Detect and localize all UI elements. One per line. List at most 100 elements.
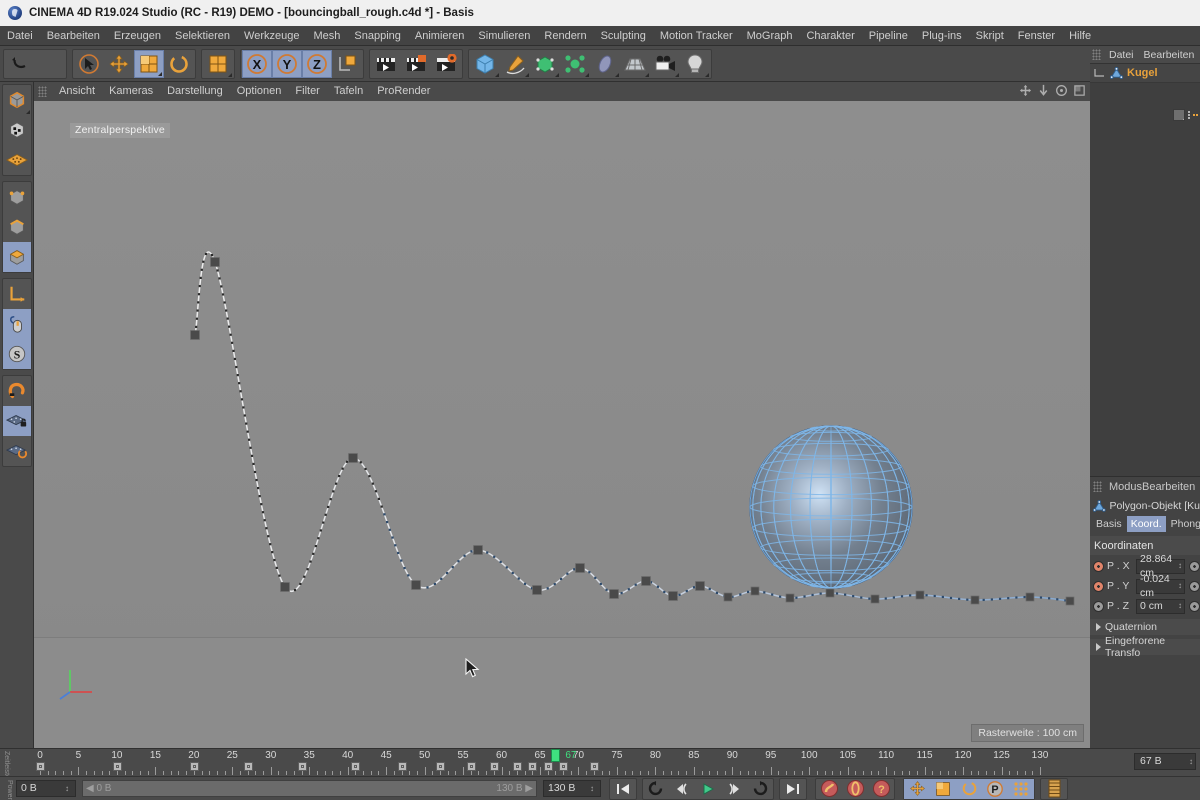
object-manager-row[interactable]: Kugel — [1090, 64, 1200, 83]
undo-button[interactable] — [5, 50, 35, 78]
timeline-keyframe-marker[interactable] — [351, 762, 361, 771]
coordinate-secondary-radio[interactable] — [1189, 600, 1200, 612]
menu-item-skript[interactable]: Skript — [969, 26, 1011, 46]
current-time-field[interactable]: 0 B ↕ — [16, 780, 76, 797]
workplane-tool[interactable] — [203, 50, 233, 78]
parameter-key-filter[interactable]: P — [982, 778, 1008, 799]
render-region-button[interactable] — [401, 50, 431, 78]
timeline-keyframe-marker[interactable] — [397, 762, 407, 771]
keyframe-settings-button[interactable] — [1041, 779, 1067, 799]
timeline-keyframe-marker[interactable] — [436, 762, 445, 771]
motion-path-keyframe-marker[interactable] — [695, 581, 705, 591]
go-to-end-button[interactable] — [780, 779, 806, 799]
motion-path-keyframe-marker[interactable] — [532, 585, 542, 595]
timeline-keyframe-marker[interactable] — [559, 762, 569, 771]
lock-y-axis[interactable]: Y — [272, 49, 302, 78]
rotation-key-filter[interactable] — [956, 778, 982, 799]
motion-path-keyframe-marker[interactable] — [641, 576, 651, 586]
coordinate-system-toggle[interactable] — [332, 50, 362, 78]
timeline-keyframe-marker[interactable] — [489, 762, 499, 771]
object-manager-menu-bearbeiten[interactable]: Bearbeiten — [1139, 46, 1200, 64]
spinner-icon[interactable]: ↕ — [65, 781, 71, 796]
motion-path-keyframe-marker[interactable] — [411, 580, 421, 590]
edges-mode[interactable] — [3, 212, 31, 242]
viewport-menu-kameras[interactable]: Kameras — [102, 82, 160, 101]
enable-snapping[interactable] — [3, 376, 31, 406]
menu-item-bearbeiten[interactable]: Bearbeiten — [40, 26, 107, 46]
attribute-manager-menu-modus[interactable]: Modus — [1109, 481, 1142, 493]
end-time-field[interactable]: 130 B ↕ — [543, 780, 601, 797]
move-tool[interactable] — [104, 50, 134, 78]
texture-mode[interactable]: S — [2, 339, 31, 369]
workplane-rotate[interactable] — [3, 436, 31, 466]
timeline-playhead[interactable] — [551, 749, 561, 762]
timeline-keyframe-marker[interactable] — [189, 762, 199, 771]
spinner-icon[interactable]: ↕ — [1178, 559, 1184, 573]
play-button[interactable] — [695, 779, 721, 799]
menu-item-plug-ins[interactable]: Plug-ins — [915, 26, 969, 46]
coordinate-secondary-radio[interactable] — [1189, 560, 1200, 572]
timeline-keyframe-marker[interactable] — [589, 762, 599, 771]
maximize-icon[interactable] — [1073, 84, 1086, 97]
timeline-keyframe-marker[interactable] — [466, 762, 476, 771]
timeline-keyframe-marker[interactable] — [36, 762, 45, 771]
loop-forward-button[interactable] — [747, 779, 773, 799]
motion-path-keyframe-marker[interactable] — [473, 545, 483, 555]
viewport-menu-optionen[interactable]: Optionen — [230, 82, 289, 101]
timeline-keyframe-marker[interactable] — [528, 762, 538, 771]
menu-item-charakter[interactable]: Charakter — [799, 26, 861, 46]
spinner-icon[interactable]: ↕ — [590, 781, 596, 796]
coordinate-enable-radio[interactable] — [1093, 580, 1104, 592]
menu-item-werkzeuge[interactable]: Werkzeuge — [237, 26, 306, 46]
spinner-icon[interactable]: ↕ — [1178, 599, 1184, 613]
timeline-track[interactable]: 0 5 10 15 20 25 30 35 40 45 50 55 60 65 70 75 80 85 90 95 10… — [36, 749, 1048, 777]
menu-item-pipeline[interactable]: Pipeline — [862, 26, 915, 46]
motion-path-keyframe-marker[interactable] — [825, 588, 835, 598]
previous-key-button[interactable] — [669, 779, 695, 799]
points-mode[interactable] — [3, 182, 31, 212]
motion-path-keyframe-marker[interactable] — [280, 582, 290, 592]
sphere-object[interactable] — [749, 425, 913, 589]
menu-item-erzeugen[interactable]: Erzeugen — [107, 26, 168, 46]
enable-axis-modification[interactable] — [3, 145, 31, 175]
coordinate-enable-radio[interactable] — [1093, 600, 1104, 612]
redo-button[interactable] — [35, 50, 65, 78]
scale-key-filter[interactable] — [930, 778, 956, 799]
timeline-keyframe-marker[interactable] — [512, 762, 522, 771]
zoom-icon[interactable] — [1037, 84, 1050, 97]
add-generator[interactable] — [530, 50, 560, 78]
coordinate-enable-radio[interactable] — [1093, 560, 1104, 572]
timeline-keyframe-marker[interactable] — [297, 762, 307, 771]
coordinate-value-field[interactable]: -0.024 cm ↕ — [1136, 573, 1185, 599]
menu-item-selektieren[interactable]: Selektieren — [168, 26, 237, 46]
attribute-tab-koord[interactable]: Koord. — [1126, 516, 1166, 532]
next-key-button[interactable] — [721, 779, 747, 799]
object-manager-menu-datei[interactable]: Datei — [1104, 46, 1139, 64]
motion-path-keyframe-marker[interactable] — [1065, 596, 1075, 606]
motion-path-keyframe-marker[interactable] — [210, 257, 220, 267]
lock-workplane[interactable] — [2, 406, 31, 436]
spinner-icon[interactable]: ↕ — [1189, 754, 1195, 769]
timeline-keyframe-marker[interactable] — [543, 762, 553, 771]
timeline-keyframe-marker[interactable] — [243, 762, 253, 771]
motion-path-keyframe-marker[interactable] — [970, 595, 980, 605]
keyframe-selection-button[interactable]: ? — [868, 779, 894, 799]
polygons-mode[interactable] — [2, 242, 31, 272]
spinner-icon[interactable]: ↕ — [1178, 579, 1184, 593]
motion-path-keyframe-marker[interactable] — [575, 563, 585, 573]
motion-path-keyframe-marker[interactable] — [668, 591, 678, 601]
add-light[interactable] — [680, 50, 710, 78]
panel-grip-icon[interactable] — [1093, 481, 1102, 492]
menu-item-simulieren[interactable]: Simulieren — [471, 26, 537, 46]
lock-z-axis[interactable]: Z — [302, 49, 332, 78]
play-backwards-loop-button[interactable] — [643, 779, 669, 799]
motion-path-keyframe-marker[interactable] — [348, 453, 358, 463]
menu-item-sculpting[interactable]: Sculpting — [594, 26, 653, 46]
panel-grip-icon[interactable] — [1092, 49, 1101, 60]
panel-grip-icon[interactable] — [38, 86, 47, 97]
menu-item-motion-tracker[interactable]: Motion Tracker — [653, 26, 740, 46]
viewport-canvas[interactable]: Zentralperspektive Rasterweite : 100 cm — [34, 101, 1090, 748]
attribute-tab-basis[interactable]: Basis — [1092, 516, 1126, 532]
add-spline-pen[interactable] — [500, 50, 530, 78]
timeline-keyframe-marker[interactable] — [112, 762, 122, 771]
